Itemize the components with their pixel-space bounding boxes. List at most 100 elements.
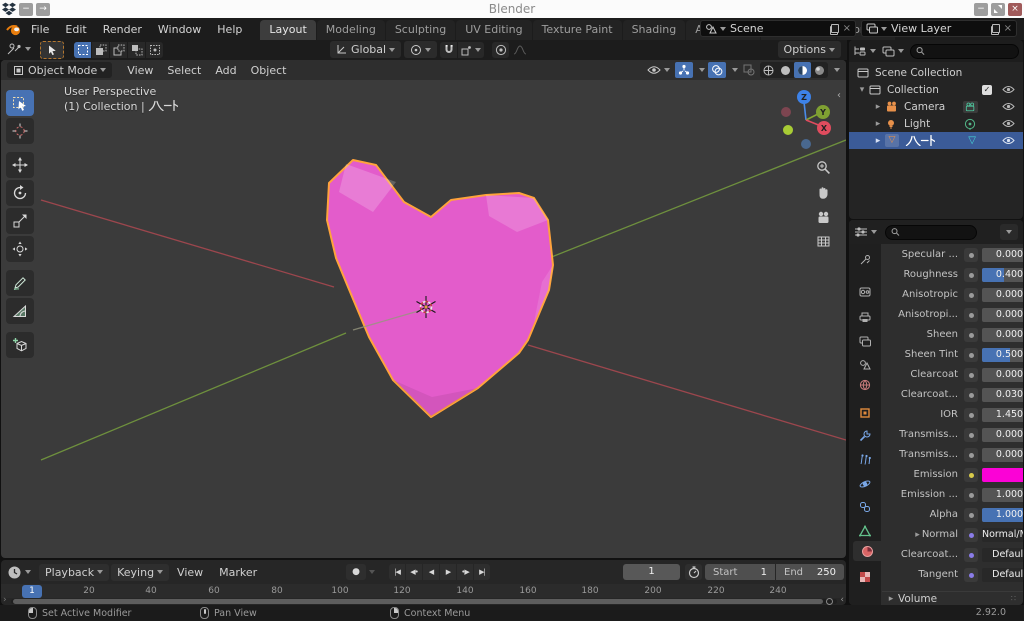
- outliner-search-input[interactable]: [925, 45, 1013, 57]
- menu-file[interactable]: File: [23, 23, 57, 36]
- view-layer-name[interactable]: View Layer: [887, 22, 991, 35]
- properties-editor-icon[interactable]: [854, 226, 868, 238]
- menu-render[interactable]: Render: [95, 23, 150, 36]
- properties-tab-scene[interactable]: [851, 354, 879, 374]
- select-mode-new-button[interactable]: [74, 42, 91, 58]
- viewport-menu-add[interactable]: Add: [208, 64, 243, 77]
- volume-section-header[interactable]: ▸ Volume ∷: [882, 591, 1023, 605]
- playback-dropdown[interactable]: Playback: [39, 563, 110, 581]
- socket-button[interactable]: [964, 448, 978, 462]
- select-mode-subtract-button[interactable]: [110, 42, 127, 58]
- playhead[interactable]: 1: [22, 584, 42, 598]
- properties-search-input[interactable]: [899, 226, 971, 238]
- heart-mesh-object[interactable]: [326, 159, 554, 418]
- scrollbar-end-handle[interactable]: [826, 598, 833, 605]
- value-slider[interactable]: 0.000: [982, 248, 1023, 262]
- value-slider[interactable]: 0.000: [982, 368, 1023, 382]
- socket-button[interactable]: [964, 488, 978, 502]
- collapse-arrow[interactable]: ‹: [840, 595, 844, 605]
- xray-toggle[interactable]: [741, 62, 757, 78]
- properties-tab-render[interactable]: [851, 281, 879, 301]
- value-slider[interactable]: 1.000: [982, 488, 1023, 502]
- socket-button[interactable]: [964, 348, 978, 362]
- outliner-row-light[interactable]: ▸ Light: [849, 115, 1023, 132]
- sidebar-collapse-arrow[interactable]: ‹: [837, 90, 841, 101]
- select-mode-intersect-button[interactable]: [146, 42, 163, 58]
- expand-right-icon[interactable]: ▸: [873, 136, 883, 146]
- eye-icon[interactable]: [1002, 136, 1015, 145]
- outliner-row-camera[interactable]: ▸ Camera: [849, 98, 1023, 115]
- socket-button[interactable]: [964, 288, 978, 302]
- outliner-row-scene-collection[interactable]: Scene Collection: [849, 64, 1023, 81]
- shading-wireframe-button[interactable]: [760, 62, 777, 78]
- value-slider[interactable]: 0.400: [982, 268, 1023, 282]
- chevron-down-icon[interactable]: [870, 49, 876, 53]
- value-slider[interactable]: 0.000: [982, 428, 1023, 442]
- viewport-3d[interactable]: Object Mode View Select Add Object Z Y X…: [1, 60, 846, 558]
- transform-orientation-dropdown[interactable]: Global: [330, 41, 402, 58]
- proper­ties-search[interactable]: [885, 224, 977, 240]
- copy-icon[interactable]: [990, 23, 1000, 35]
- properties-tab-texture[interactable]: [851, 567, 879, 587]
- socket-button[interactable]: [964, 248, 978, 262]
- mode-dropdown[interactable]: Object Mode: [7, 62, 113, 78]
- chevron-down-icon[interactable]: [898, 49, 904, 53]
- properties-tab-material[interactable]: [853, 541, 881, 561]
- socket-button[interactable]: [964, 268, 978, 282]
- chevron-down-icon[interactable]: [834, 68, 840, 72]
- active-tool-button[interactable]: [40, 41, 64, 59]
- socket-button[interactable]: [964, 508, 978, 522]
- eye-icon[interactable]: [1002, 102, 1015, 111]
- properties-filter-dropdown[interactable]: [1000, 224, 1018, 240]
- toolbar-cursor-tool[interactable]: [6, 118, 34, 144]
- gizmos-toggle[interactable]: [675, 62, 693, 78]
- socket-button[interactable]: [964, 368, 978, 382]
- pivot-point-dropdown[interactable]: [404, 41, 437, 58]
- viewport-menu-view[interactable]: View: [120, 64, 160, 77]
- value-slider[interactable]: 0.000: [982, 328, 1023, 342]
- mesh-data-icon[interactable]: ▽: [968, 135, 976, 146]
- view-layer-selector[interactable]: View Layer ×: [861, 20, 1017, 37]
- expand-arrow[interactable]: ›: [3, 595, 7, 605]
- tab-shading[interactable]: Shading: [622, 20, 686, 40]
- properties-tab-physics[interactable]: [851, 474, 879, 494]
- eye-icon[interactable]: [1002, 119, 1015, 128]
- proportional-falloff-dropdown[interactable]: [511, 42, 528, 58]
- viewport-canvas[interactable]: [1, 60, 846, 558]
- outliner-filter-icon[interactable]: [882, 46, 895, 57]
- snap-toggle-button[interactable]: [440, 42, 457, 58]
- timeline-editor-type-button[interactable]: [7, 565, 31, 580]
- outliner-row-heart-selected[interactable]: ▸ ▽ ハート ▽: [849, 132, 1023, 149]
- show-hide-dropdown[interactable]: [645, 62, 672, 78]
- timeline-menu-marker[interactable]: Marker: [211, 566, 265, 579]
- scrollbar-thumb[interactable]: [13, 599, 823, 604]
- toolbar-select-box-tool[interactable]: [6, 90, 34, 116]
- tab-texture-paint[interactable]: Texture Paint: [532, 20, 622, 40]
- properties-tab-object[interactable]: [851, 403, 879, 423]
- socket-button[interactable]: [964, 548, 978, 562]
- close-icon[interactable]: ×: [843, 23, 851, 34]
- expand-right-icon[interactable]: ▸: [915, 530, 920, 540]
- blender-logo-icon[interactable]: [5, 21, 23, 37]
- chevron-down-icon[interactable]: [369, 570, 375, 574]
- viewport-menu-object[interactable]: Object: [244, 64, 294, 77]
- gizmo-y-axis[interactable]: Y: [816, 105, 830, 119]
- current-frame-field[interactable]: 1: [623, 564, 680, 580]
- snap-to-dropdown[interactable]: [458, 42, 484, 58]
- chevron-down-icon[interactable]: [871, 230, 877, 234]
- play-reverse-button[interactable]: ◀: [423, 564, 439, 580]
- menu-edit[interactable]: Edit: [57, 23, 94, 36]
- expand-right-icon[interactable]: ▸: [873, 119, 883, 129]
- socket-button[interactable]: [964, 328, 978, 342]
- toolbar-move-tool[interactable]: [6, 152, 34, 178]
- scrollbar-track[interactable]: [11, 598, 837, 605]
- properties-tab-world[interactable]: [851, 375, 879, 395]
- tangent-dropdown[interactable]: Default: [982, 568, 1023, 582]
- jump-to-end-button[interactable]: ▶|: [474, 564, 490, 580]
- chevron-down-icon[interactable]: [732, 68, 738, 72]
- keying-dropdown[interactable]: Keying: [111, 563, 170, 581]
- value-slider[interactable]: 0.500: [982, 348, 1023, 362]
- timeline-menu-view[interactable]: View: [169, 566, 211, 579]
- options-dropdown[interactable]: Options: [777, 41, 841, 58]
- properties-tab-modifiers[interactable]: [851, 426, 879, 446]
